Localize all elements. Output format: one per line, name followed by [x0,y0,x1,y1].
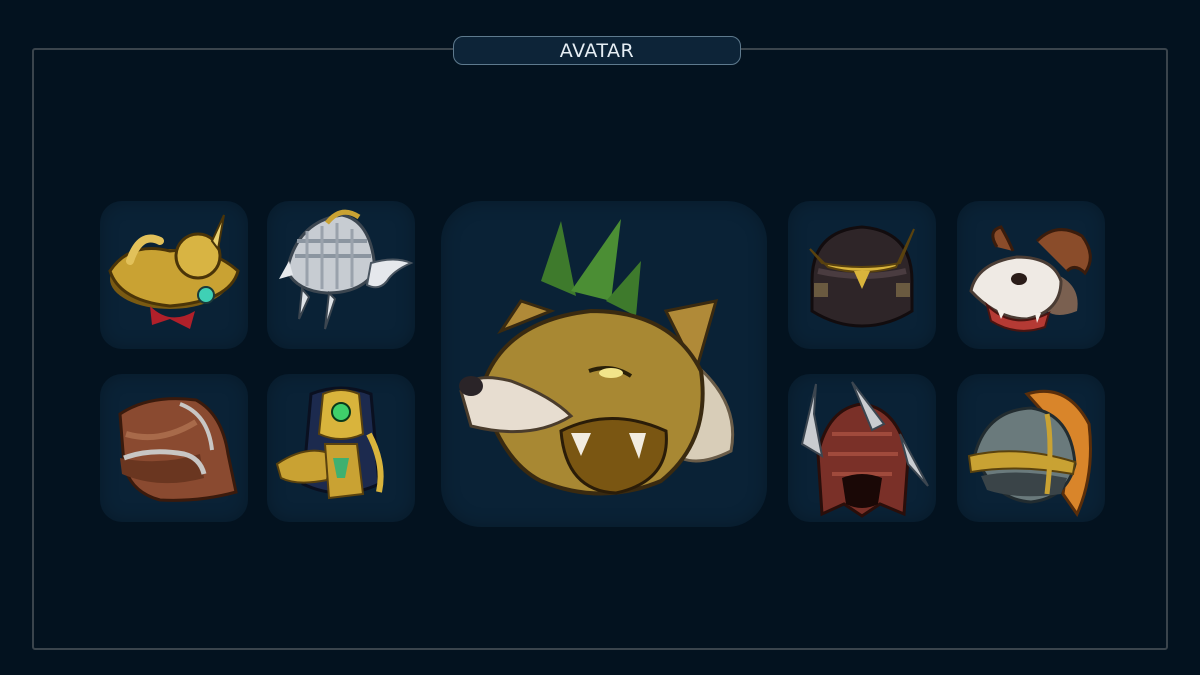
plumed-knight-helm-icon [967,389,1092,518]
avatar-tile-samurai-helm[interactable] [788,201,936,349]
leather-hood-icon [118,397,238,502]
avatar-tile-wolf-head[interactable] [441,201,767,527]
avatar-tile-spiked-beast-helm[interactable] [788,374,936,522]
avatar-tile-plumed-knight-helm[interactable] [957,374,1105,522]
panel-title: AVATAR [453,36,741,65]
avatar-tile-ram-skull[interactable] [957,201,1105,349]
avatar-tile-leather-hood[interactable] [100,374,248,522]
winged-silver-helm-icon [279,209,414,330]
avatar-tile-winged-silver-helm[interactable] [267,201,415,349]
spiked-beast-helm-icon [800,381,929,518]
ram-skull-icon [969,225,1092,332]
avatar-tile-pharaoh-helm[interactable] [267,374,415,522]
golden-dragon-helm-icon [108,214,240,329]
samurai-helm-icon [809,225,915,328]
wolf-head-icon [459,219,735,496]
avatar-tile-golden-dragon-helm[interactable] [100,201,248,349]
pharaoh-helm-icon [275,386,384,500]
